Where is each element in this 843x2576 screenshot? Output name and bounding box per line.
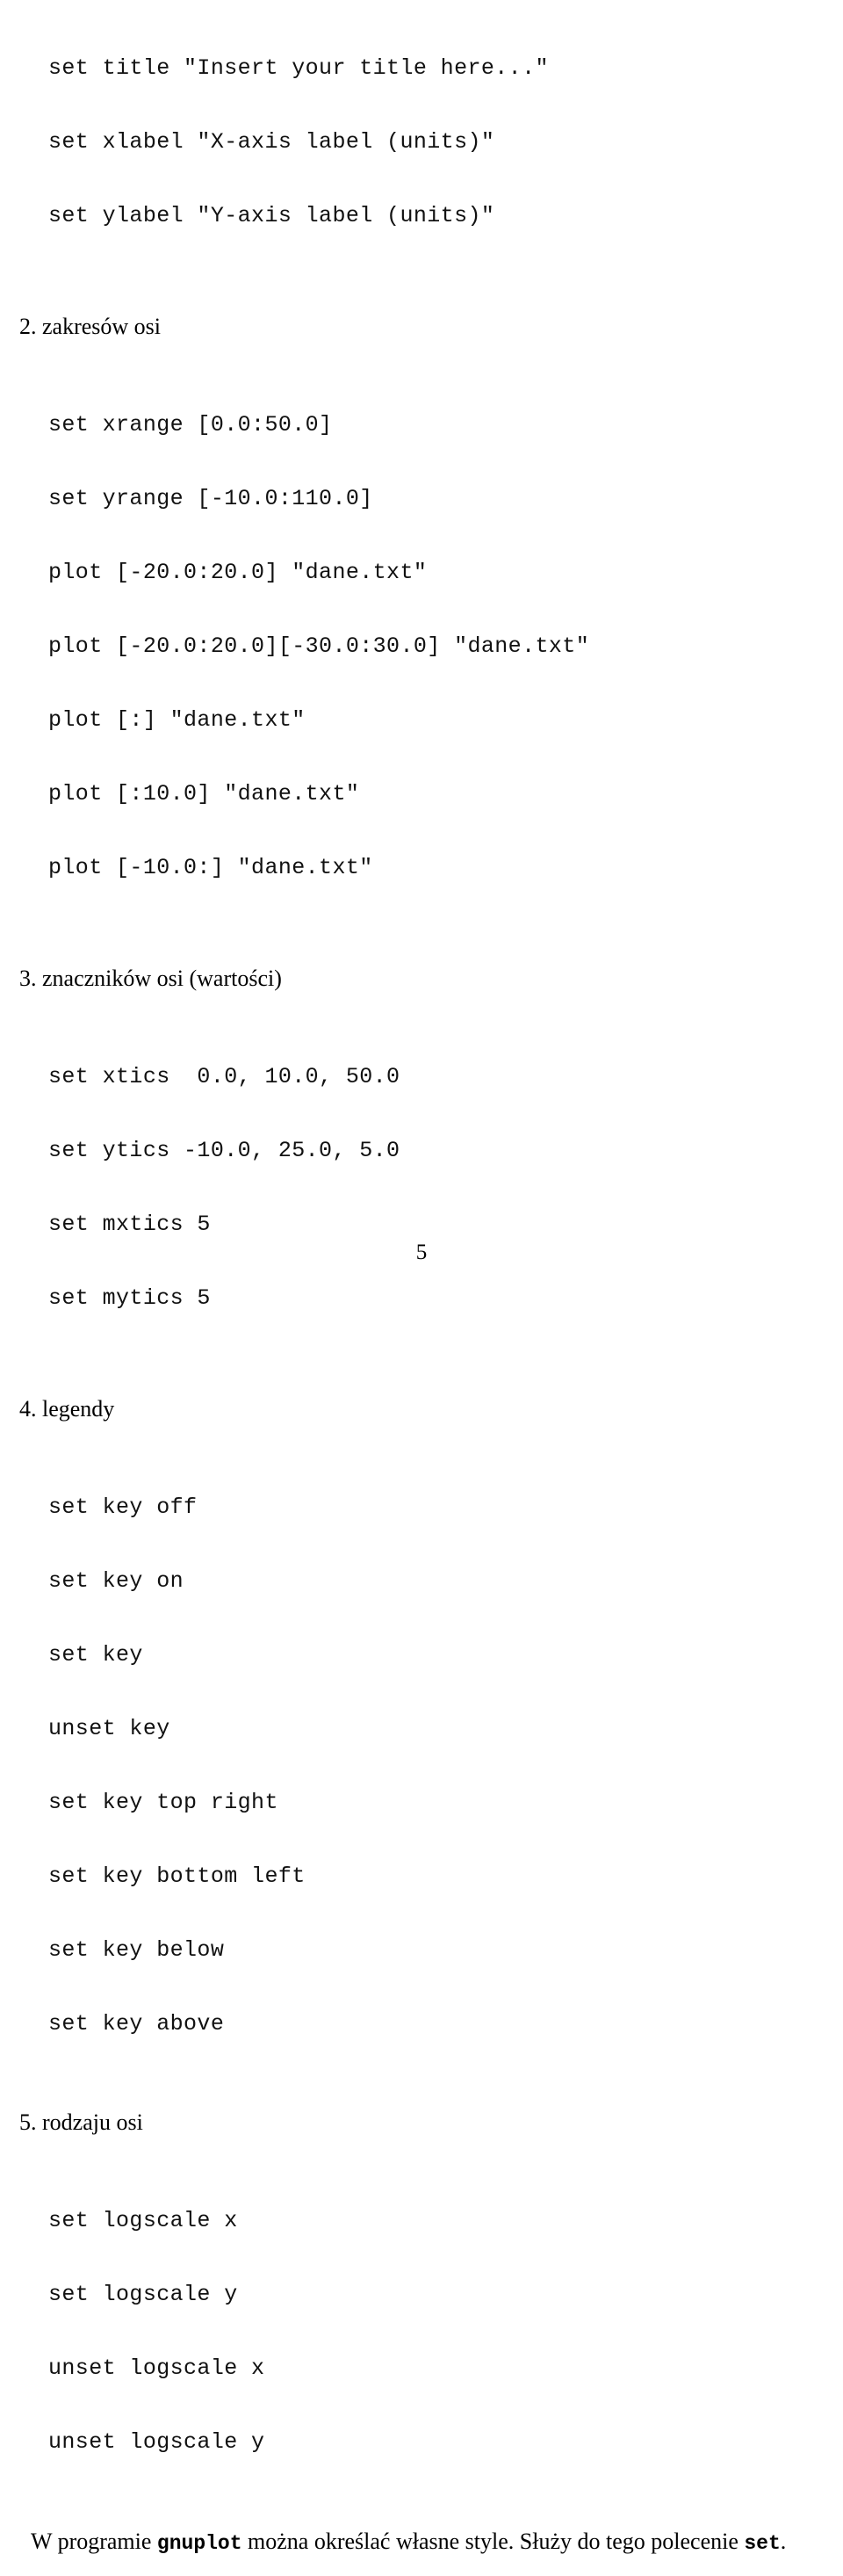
list-item-3: 3. znaczników osi (wartości) [19,965,843,993]
code-line: set key [48,1642,143,1668]
code-block-ranges: set xrange [0.0:50.0] set yrange [-10.0:… [48,364,843,930]
code-line: set xtics 0.0, 10.0, 50.0 [48,1064,400,1089]
code-block-key: set key off set key on set key unset key… [48,1446,843,2086]
document-page: set title "Insert your title here..." se… [0,0,843,2556]
paragraph-style-intro: W programie gnuplot można określać własn… [2,2527,832,2558]
list-item-4: 4. legendy [19,1395,843,1423]
list-number: 2. [19,314,37,339]
list-label: znaczników osi (wartości) [42,966,282,991]
paragraph-text: . [780,2529,787,2554]
code-line: set ytics -10.0, 25.0, 5.0 [48,1138,400,1163]
code-line: set title "Insert your title here..." [48,55,549,81]
code-line: plot [:] "dane.txt" [48,707,306,733]
code-line: plot [-20.0:20.0] "dane.txt" [48,560,428,585]
list-label: zakresów osi [42,314,162,339]
code-line: unset logscale x [48,2355,265,2381]
list-label: legendy [42,1396,115,1422]
code-line: set key bottom left [48,1863,306,1889]
code-block-logscale: set logscale x set logscale y unset logs… [48,2160,843,2504]
code-line: set key below [48,1937,225,1963]
code-block-title-labels: set title "Insert your title here..." se… [48,7,843,278]
code-line: unset key [48,1716,170,1741]
code-line: set mxtics 5 [48,1212,211,1237]
code-line: set key on [48,1568,184,1594]
list-number: 4. [19,1396,37,1422]
code-line: unset logscale y [48,2429,265,2455]
code-block-tics: set xtics 0.0, 10.0, 50.0 set ytics -10.… [48,1016,843,1360]
code-line: set key top right [48,1790,278,1815]
page-number: 5 [415,1241,428,1264]
code-line: plot [-20.0:20.0][-30.0:30.0] "dane.txt" [48,633,590,659]
list-item-5: 5. rodzaju osi [19,2109,843,2137]
list-number: 3. [19,966,37,991]
code-line: set mytics 5 [48,1285,211,1311]
list-number: 5. [19,2109,37,2135]
code-line: set yrange [-10.0:110.0] [48,486,373,511]
inline-code-gnuplot: gnuplot [156,2532,242,2555]
inline-code-set: set [744,2532,781,2555]
code-line: plot [-10.0:] "dane.txt" [48,855,373,880]
code-line: set logscale x [48,2208,238,2233]
list-item-2: 2. zakresów osi [19,313,843,341]
code-line: set key off [48,1494,198,1520]
code-block-style-line: set style line 1 linetype 1 linecolor 2 … [2,2571,843,2576]
paragraph-text: W programie [31,2529,157,2554]
code-line: plot [:10.0] "dane.txt" [48,781,360,807]
code-line: set key above [48,2011,225,2037]
code-line: set ylabel "Y-axis label (units)" [48,203,495,228]
paragraph-text: można określać własne style. Służy do te… [241,2529,745,2554]
list-label: rodzaju osi [42,2109,143,2135]
code-line: set xlabel "X-axis label (units)" [48,129,495,155]
code-line: set xrange [0.0:50.0] [48,412,333,438]
code-line: set logscale y [48,2282,238,2307]
